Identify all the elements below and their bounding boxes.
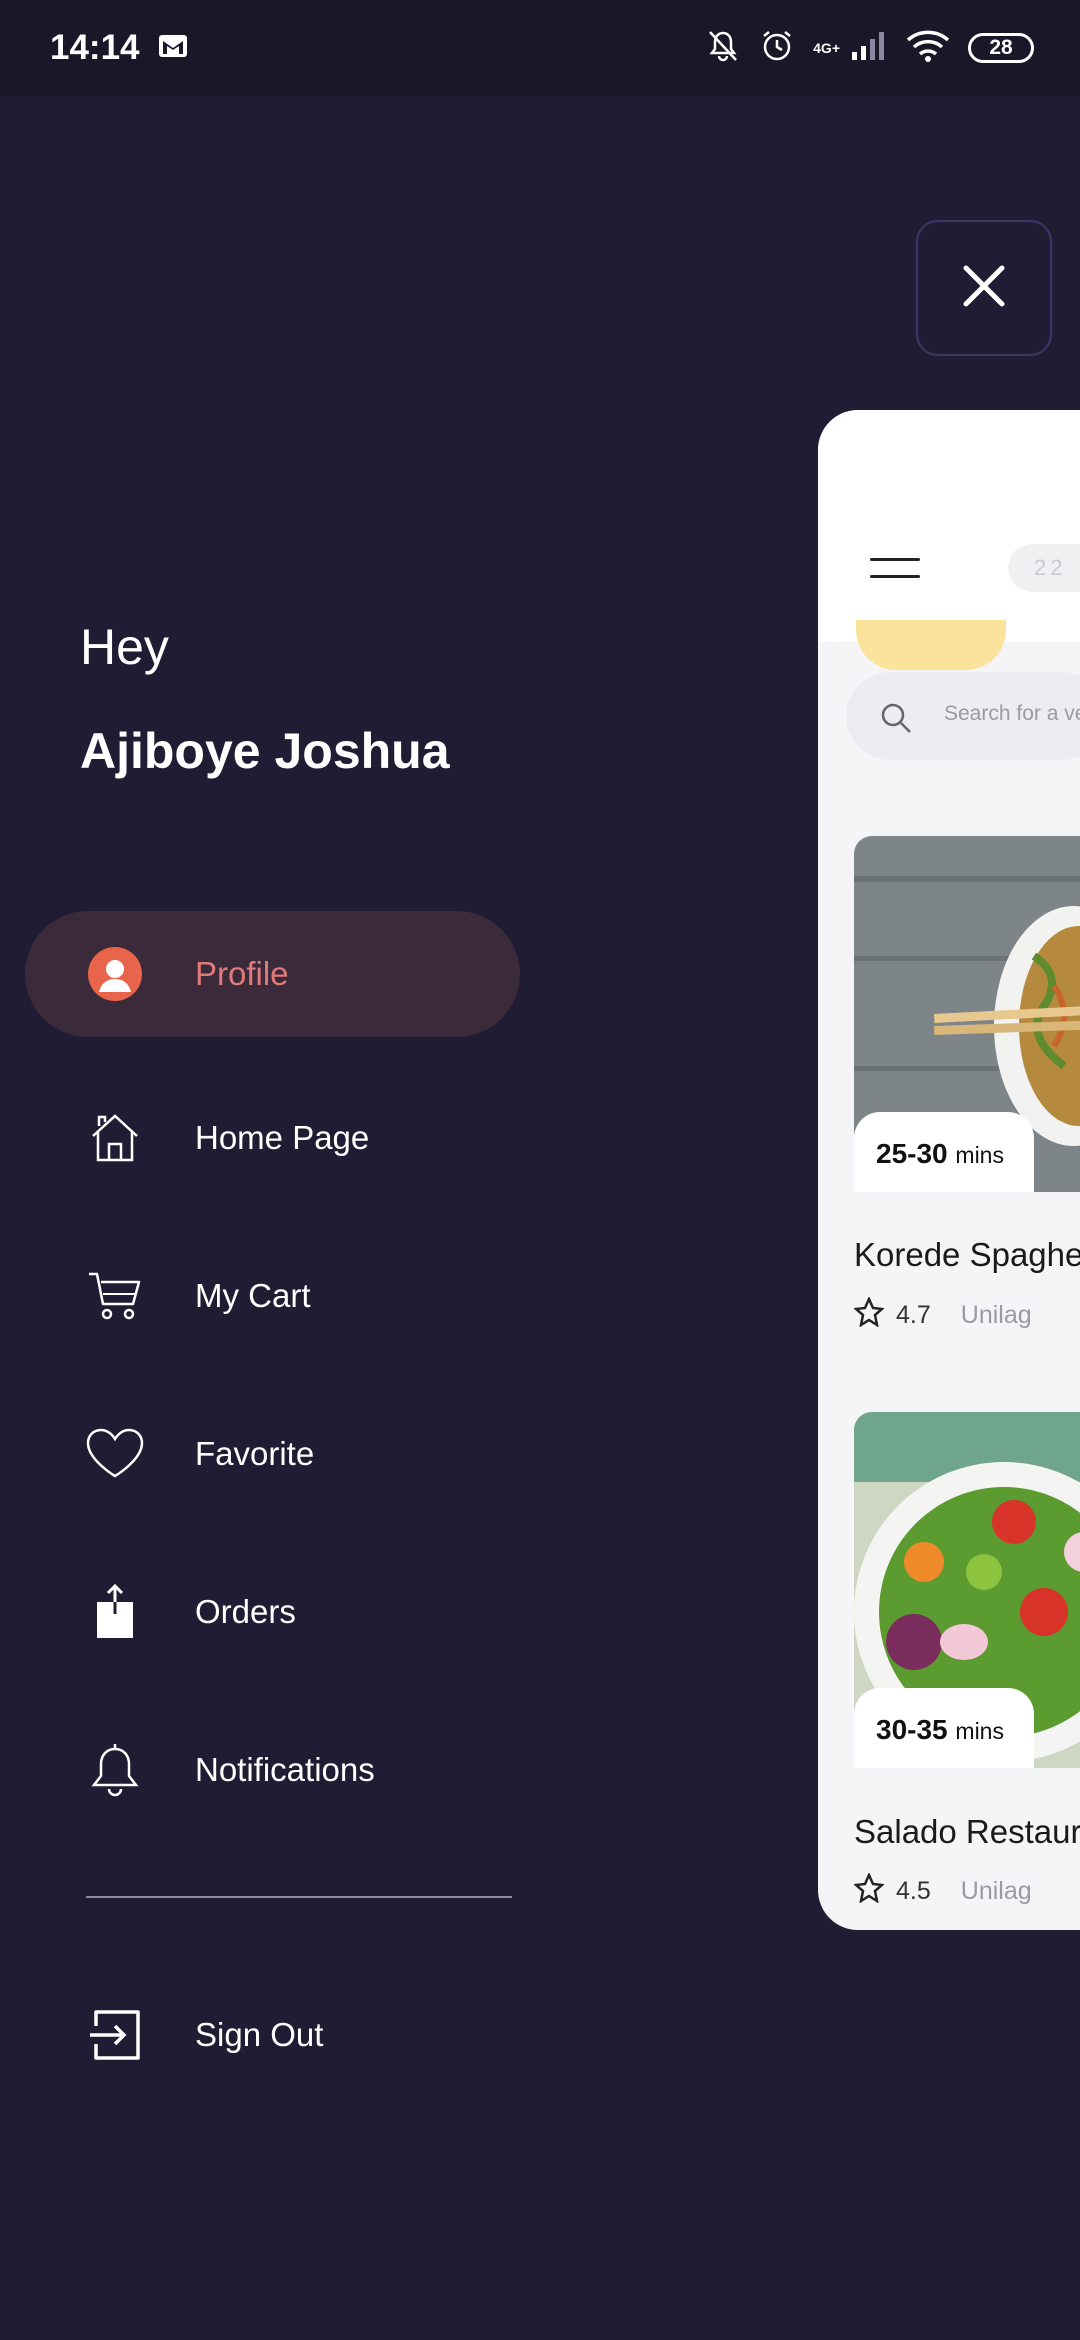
header-pill[interactable]: 22 [1008,544,1080,592]
menu-item-label: Home Page [195,1119,370,1156]
menu-item-orders[interactable]: Orders [25,1549,520,1675]
share-icon [85,1582,145,1642]
battery-indicator: 28 [968,33,1034,63]
category-chip[interactable] [856,620,1006,670]
close-drawer-button[interactable] [916,220,1052,356]
menu-item-favorite[interactable]: Favorite [25,1391,520,1517]
greeting-text: Hey [80,619,169,675]
cart-icon [85,1266,145,1326]
mute-bell-icon [705,28,741,69]
logout-icon [85,2005,145,2065]
food-meta: 4.7 Unilag [853,1295,1032,1334]
preview-header: 22 [818,410,1080,642]
food-rating: 4.7 [896,1301,931,1329]
heart-icon [85,1424,145,1484]
food-rating: 4.5 [896,1877,931,1905]
delivery-time: 30-35 [876,1714,948,1745]
profile-icon [85,944,145,1004]
home-icon [85,1108,145,1168]
sign-out-button[interactable]: Sign Out [25,1972,520,2098]
gmail-icon [158,34,188,63]
wifi-icon [906,30,950,67]
alarm-icon [759,28,795,69]
star-icon [853,1295,885,1334]
delivery-time-badge: 25-30 mins [854,1112,1034,1192]
status-time: 14:14 [50,28,140,67]
sign-out-label: Sign Out [195,2016,324,2053]
search-icon [880,702,912,739]
menu-divider [86,1896,512,1898]
star-icon [853,1871,885,1910]
close-icon [962,264,1006,313]
search-placeholder: Search for a ve [944,702,1080,725]
menu-item-home-page[interactable]: Home Page [25,1075,520,1201]
food-meta: 4.5 Unilag [853,1871,1032,1910]
food-location: Unilag [960,1877,1032,1905]
user-name: Ajiboye Joshua [80,723,450,779]
food-title[interactable]: Korede Spaghe [854,1236,1080,1274]
food-location: Unilag [960,1301,1032,1329]
menu-item-profile[interactable]: Profile [25,911,520,1037]
menu-item-notifications[interactable]: Notifications [25,1707,520,1833]
menu-item-my-cart[interactable]: My Cart [25,1233,520,1359]
network-type: 4G+ [813,40,840,56]
menu-item-label: My Cart [195,1277,311,1314]
menu-item-label: Notifications [195,1751,375,1788]
delivery-time-unit: mins [955,1142,1004,1168]
delivery-time-unit: mins [955,1718,1004,1744]
delivery-time-badge: 30-35 mins [854,1688,1034,1768]
home-screen-preview[interactable]: 22 Search for a ve 25-30 mins Korede Spa… [818,410,1080,1930]
hamburger-menu-icon[interactable] [870,558,920,582]
menu-item-label: Profile [195,955,289,992]
menu-item-label: Orders [195,1593,296,1630]
food-title[interactable]: Salado Restaur [854,1813,1080,1851]
bell-icon [85,1740,145,1800]
search-bar[interactable]: Search for a ve [846,672,1080,760]
delivery-time: 25-30 [876,1138,948,1169]
menu-item-label: Favorite [195,1435,315,1472]
status-bar: 14:14 4G+ 28 [0,0,1080,96]
signal-icon [848,30,888,67]
